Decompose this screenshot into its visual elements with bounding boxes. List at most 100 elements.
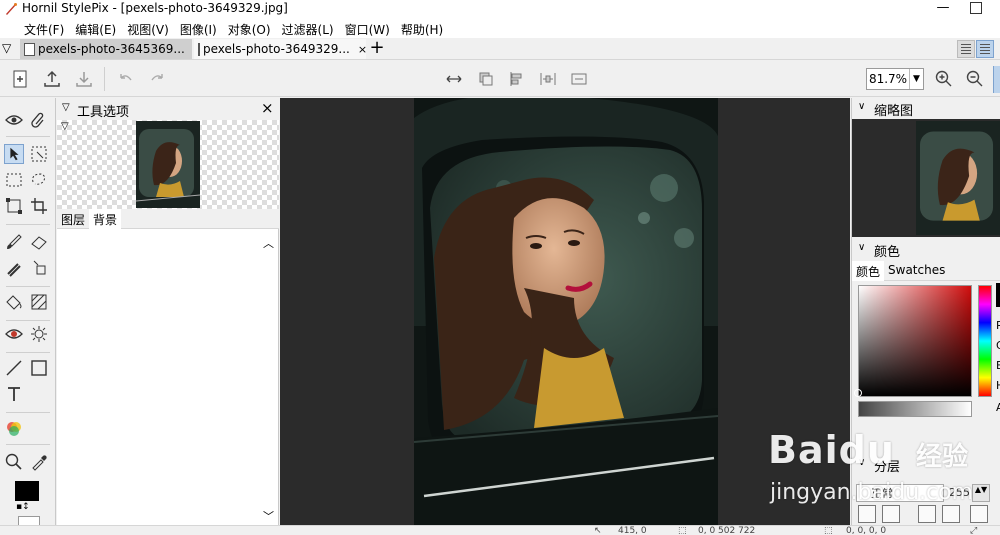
- panel-layout-button-2[interactable]: [976, 40, 994, 58]
- picker-marker[interactable]: [854, 389, 862, 397]
- app-logo-icon: [4, 2, 18, 16]
- redo-icon[interactable]: [148, 69, 168, 89]
- undo-icon[interactable]: [115, 69, 135, 89]
- tab-document-2[interactable]: pexels-photo-3649329... ×: [194, 39, 367, 59]
- distribute-horizontal-icon[interactable]: [538, 69, 558, 89]
- tab-list-chevron-icon[interactable]: ▽: [2, 41, 11, 55]
- text-tool-icon[interactable]: [4, 384, 24, 404]
- collapse-chevron-icon[interactable]: ∨: [858, 101, 865, 112]
- align-left-icon[interactable]: [507, 69, 527, 89]
- cursor-position: 415, 0: [618, 526, 647, 535]
- crop-icon[interactable]: [29, 196, 49, 216]
- navigator-thumbnail[interactable]: [916, 121, 1000, 235]
- menu-window[interactable]: 窗口(W): [345, 20, 395, 38]
- line-icon[interactable]: [4, 358, 24, 378]
- swap-colors-icon[interactable]: ▪↕: [16, 502, 30, 512]
- foreground-color-swatch[interactable]: [15, 481, 39, 501]
- menu-edit[interactable]: 编辑(E): [75, 20, 121, 38]
- zoom-out-icon[interactable]: [965, 69, 985, 89]
- view-eye-icon[interactable]: [4, 110, 24, 130]
- tool-separator: [6, 286, 50, 287]
- tool-palette: ▪↕: [0, 98, 56, 526]
- attach-clip-icon[interactable]: [29, 110, 49, 130]
- collapse-chevron-icon[interactable]: ▽: [62, 102, 70, 113]
- channel-label-g: G: [996, 339, 1000, 352]
- gradient-pattern-icon[interactable]: [29, 292, 49, 312]
- tab-label: pexels-photo-3645369...: [38, 42, 185, 56]
- main-toolbar: 81.7% ▼: [0, 61, 1000, 97]
- status-bar: ↖ 415, 0 ⬚ 0, 0 502 722 ⬚ 0, 0, 0, 0 ⤢: [0, 525, 1000, 535]
- chevron-down-icon[interactable]: ▼: [909, 69, 923, 89]
- arrange-objects-icon[interactable]: [476, 69, 496, 89]
- rectangle-shape-icon[interactable]: [29, 358, 49, 378]
- zoom-value: 81.7%: [868, 72, 908, 86]
- red-eye-icon[interactable]: [4, 324, 24, 344]
- cursor-icon: ↖: [594, 526, 602, 535]
- channel-label-b: B: [996, 359, 1000, 372]
- scroll-down-chevron-icon[interactable]: ﹀: [263, 508, 274, 524]
- panel-title: 工具选项: [77, 105, 130, 120]
- lasso-select-icon[interactable]: [29, 170, 49, 190]
- menu-object[interactable]: 对象(O): [228, 20, 276, 38]
- panel-toggle-strip[interactable]: [993, 66, 1000, 93]
- tab-background[interactable]: 背景: [89, 209, 122, 229]
- tab-document-1[interactable]: pexels-photo-3645369...: [20, 39, 192, 59]
- move-pointer-icon[interactable]: [4, 144, 24, 164]
- color-balance-icon[interactable]: [4, 418, 24, 438]
- saturation-value-picker[interactable]: [858, 285, 972, 397]
- open-upload-icon[interactable]: [42, 69, 62, 89]
- menu-help[interactable]: 帮助(H): [401, 20, 448, 38]
- tab-close-icon[interactable]: ×: [358, 43, 367, 56]
- hue-slider[interactable]: [978, 285, 992, 397]
- layer-thumbnail[interactable]: [136, 121, 200, 208]
- rectangle-select-icon[interactable]: [4, 170, 24, 190]
- collapse-chevron-icon[interactable]: ▽: [61, 121, 69, 132]
- transform-icon[interactable]: [4, 196, 24, 216]
- tab-layers[interactable]: 图层: [57, 209, 89, 229]
- zoom-in-icon[interactable]: [934, 69, 954, 89]
- save-download-icon[interactable]: [74, 69, 94, 89]
- new-image-icon[interactable]: [10, 69, 30, 89]
- eraser-icon[interactable]: [29, 232, 49, 252]
- maximize-icon[interactable]: [970, 2, 982, 14]
- zoom-select[interactable]: 81.7% ▼: [866, 68, 924, 90]
- healing-icon[interactable]: [29, 258, 49, 278]
- baidu-jingyan-watermark: Baidu 经验 jingyan.baidu.com: [768, 428, 990, 512]
- menu-filter[interactable]: 过滤器(L): [282, 20, 339, 38]
- panel-header: ▽ 工具选项 ×: [57, 98, 279, 120]
- eyedropper-icon[interactable]: [29, 452, 49, 472]
- minimize-icon[interactable]: —: [930, 0, 956, 20]
- select-area-icon[interactable]: [29, 144, 49, 164]
- flip-horizontal-icon[interactable]: [444, 69, 464, 89]
- tab-swatches[interactable]: Swatches: [884, 261, 949, 281]
- app-window: Hornil StylePix - [pexels-photo-3649329.…: [0, 0, 1000, 535]
- panel-layout-button-1[interactable]: [957, 40, 975, 58]
- brush-icon[interactable]: [4, 232, 24, 252]
- menu-view[interactable]: 视图(V): [127, 20, 174, 38]
- zoom-magnifier-icon[interactable]: [4, 452, 24, 472]
- navigator-title: 缩略图: [874, 104, 914, 119]
- clone-stamp-icon[interactable]: [4, 258, 24, 278]
- collapse-chevron-icon[interactable]: ∨: [858, 242, 865, 253]
- tool-separator: [6, 136, 50, 137]
- image-file-icon: [24, 42, 35, 56]
- canvas-area[interactable]: [280, 98, 850, 525]
- watermark-brand: Baidu: [768, 428, 895, 472]
- scroll-up-chevron-icon[interactable]: ︿: [263, 235, 274, 251]
- close-icon[interactable]: ×: [261, 99, 274, 117]
- brightness-sun-icon[interactable]: [29, 324, 49, 344]
- new-tab-plus-icon[interactable]: +: [368, 39, 386, 59]
- image-size: 0, 0 502 722: [698, 526, 756, 535]
- tab-color[interactable]: 颜色: [852, 261, 885, 281]
- photo-canvas[interactable]: [414, 98, 718, 525]
- fill-bucket-icon[interactable]: [4, 292, 24, 312]
- menu-file[interactable]: 文件(F): [24, 20, 69, 38]
- menu-image[interactable]: 图像(I): [180, 20, 222, 38]
- channel-label-a: A: [996, 401, 1000, 414]
- alpha-slider[interactable]: [858, 401, 972, 417]
- resize-canvas-icon[interactable]: [569, 69, 589, 89]
- fit-screen-icon[interactable]: ⤢: [970, 526, 977, 535]
- navigator-view[interactable]: [852, 119, 1000, 237]
- watermark-cn: 经验: [916, 442, 969, 472]
- list-view-icon: [961, 44, 971, 54]
